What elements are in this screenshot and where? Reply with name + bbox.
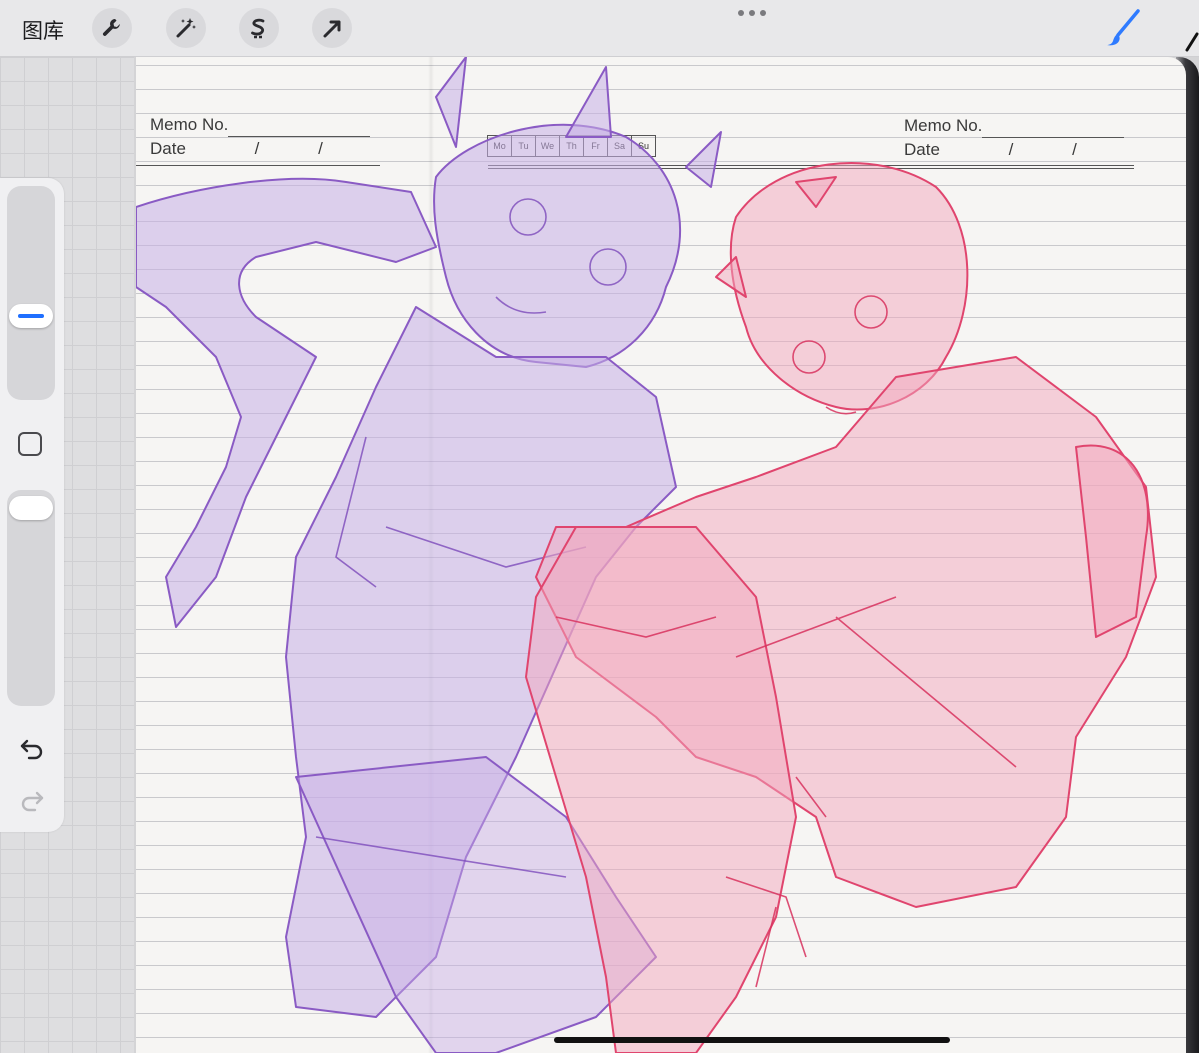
- drawing-canvas[interactable]: Memo No. Date / / Mo Tu We Th Fr Sa Su M…: [136, 57, 1186, 1053]
- more-menu-icon[interactable]: [738, 10, 766, 16]
- selection-s-icon: [251, 18, 265, 39]
- gallery-button[interactable]: 图库: [22, 15, 64, 45]
- opacity-handle[interactable]: [9, 496, 53, 520]
- redo-icon[interactable]: [18, 788, 46, 812]
- brush-size-slider[interactable]: [7, 186, 55, 400]
- sketch-artwork: [136, 57, 1157, 1053]
- wrench-icon: [102, 19, 120, 36]
- opacity-slider[interactable]: [7, 490, 55, 706]
- arrow-icon: [323, 20, 341, 38]
- magic-wand-icon: [176, 18, 196, 38]
- brush-size-handle[interactable]: [9, 303, 53, 328]
- modify-square-icon[interactable]: [18, 432, 42, 456]
- home-indicator: [554, 1037, 950, 1043]
- transform-button[interactable]: [312, 8, 352, 48]
- adjustments-button[interactable]: [166, 8, 206, 48]
- undo-icon[interactable]: [18, 736, 46, 760]
- brush-icon[interactable]: [1100, 8, 1144, 48]
- smudge-icon[interactable]: [1183, 32, 1199, 56]
- actions-button[interactable]: [92, 8, 132, 48]
- selection-button[interactable]: [239, 8, 279, 48]
- sidebar: [0, 178, 64, 832]
- top-toolbar: 图库: [0, 0, 1199, 57]
